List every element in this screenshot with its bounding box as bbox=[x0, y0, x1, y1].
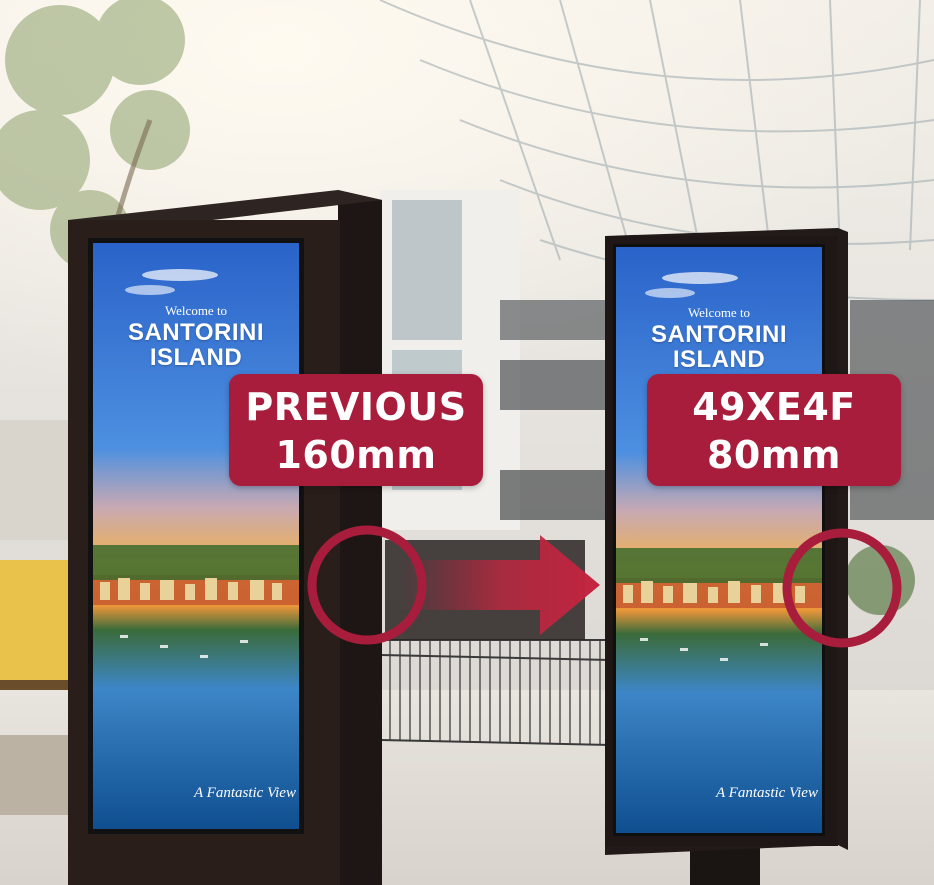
screen-title: SANTORINI ISLAND bbox=[616, 321, 822, 374]
previous-label: PREVIOUS 160mm bbox=[229, 374, 483, 486]
screen-title-line2: ISLAND bbox=[672, 346, 766, 374]
new-model-label: 49XE4F 80mm bbox=[647, 374, 901, 486]
product-comparison-image: Welcome to SANTORINI ISLAND A Fantastic … bbox=[0, 0, 934, 885]
screen-title-line1: SANTORINI bbox=[650, 321, 788, 348]
screen-welcome-text: Welcome to bbox=[164, 303, 228, 318]
previous-name: PREVIOUS bbox=[245, 385, 467, 429]
new-model-name: 49XE4F bbox=[692, 385, 856, 429]
previous-bezel-depth: 160mm bbox=[275, 433, 437, 477]
screen-title-line2: ISLAND bbox=[149, 344, 243, 372]
screen-tagline: A Fantastic View bbox=[194, 785, 296, 801]
screen-tagline: A Fantastic View bbox=[716, 785, 818, 801]
screen-title-line1: SANTORINI bbox=[127, 319, 265, 346]
new-model-bezel-depth: 80mm bbox=[706, 433, 842, 477]
screen-title: SANTORINI ISLAND bbox=[93, 319, 299, 372]
screen-welcome-text: Welcome to bbox=[687, 305, 751, 320]
